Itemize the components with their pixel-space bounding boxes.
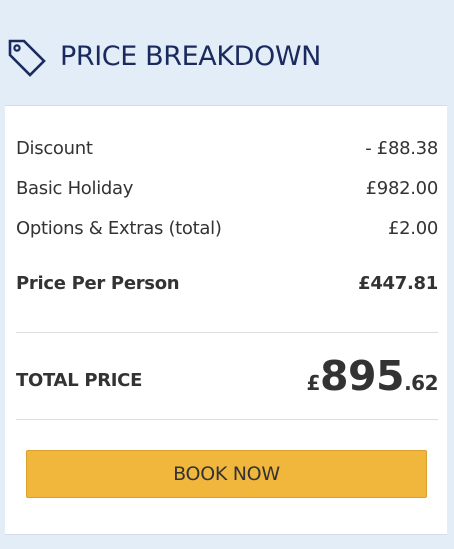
total-price-currency: £ [306, 371, 321, 395]
price-row-options-extras: Options & Extras (total) £2.00 [16, 216, 438, 242]
price-row-value: £2.00 [387, 218, 438, 239]
total-price-value: £895.62 [306, 351, 439, 401]
divider [16, 419, 438, 420]
price-row-basic-holiday: Basic Holiday £982.00 [16, 176, 438, 202]
price-breakdown-header: PRICE BREAKDOWN [0, 0, 454, 105]
total-price-label: TOTAL PRICE [16, 370, 143, 391]
price-row-label: Discount [16, 138, 93, 159]
price-row-value: - £88.38 [365, 138, 438, 159]
divider [16, 332, 438, 333]
per-person-value: £447.81 [358, 273, 438, 294]
page-title: PRICE BREAKDOWN [60, 41, 321, 72]
book-now-button[interactable]: BOOK NOW [26, 450, 427, 498]
price-row-discount: Discount - £88.38 [16, 136, 438, 162]
price-breakdown-card: Discount - £88.38 Basic Holiday £982.00 … [5, 105, 447, 535]
price-tag-icon [6, 37, 46, 77]
price-row-label: Options & Extras (total) [16, 218, 222, 239]
total-price-decimal: .62 [404, 371, 438, 395]
price-row-per-person: Price Per Person £447.81 [16, 271, 438, 297]
per-person-label: Price Per Person [16, 273, 180, 294]
price-row-value: £982.00 [365, 178, 439, 199]
price-row-label: Basic Holiday [16, 178, 134, 199]
total-price-main: 895 [319, 352, 405, 400]
